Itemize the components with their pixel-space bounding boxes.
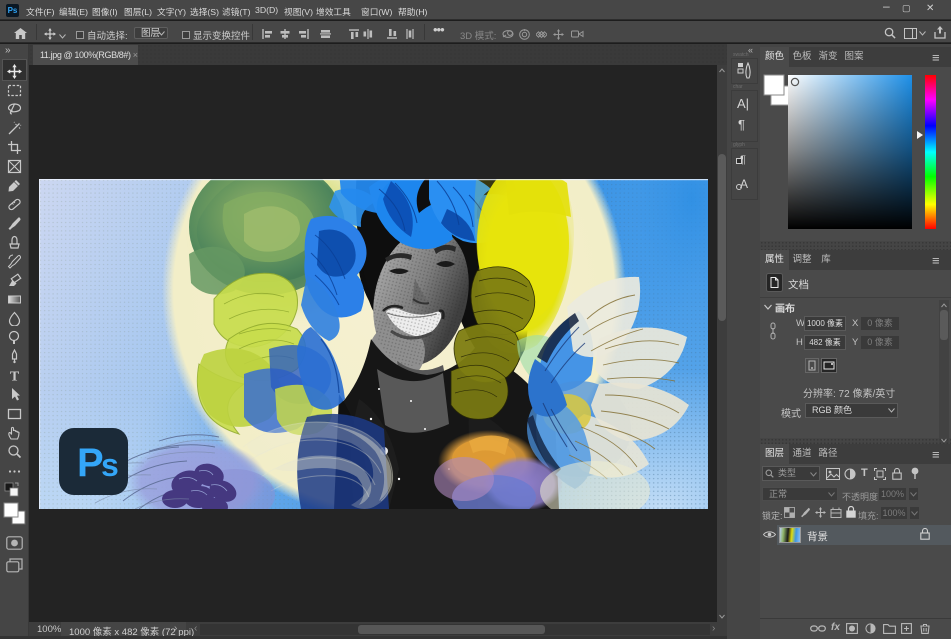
svg-text:s: s — [101, 447, 119, 483]
svg-text:P: P — [77, 441, 104, 485]
svg-text:T: T — [10, 370, 20, 384]
